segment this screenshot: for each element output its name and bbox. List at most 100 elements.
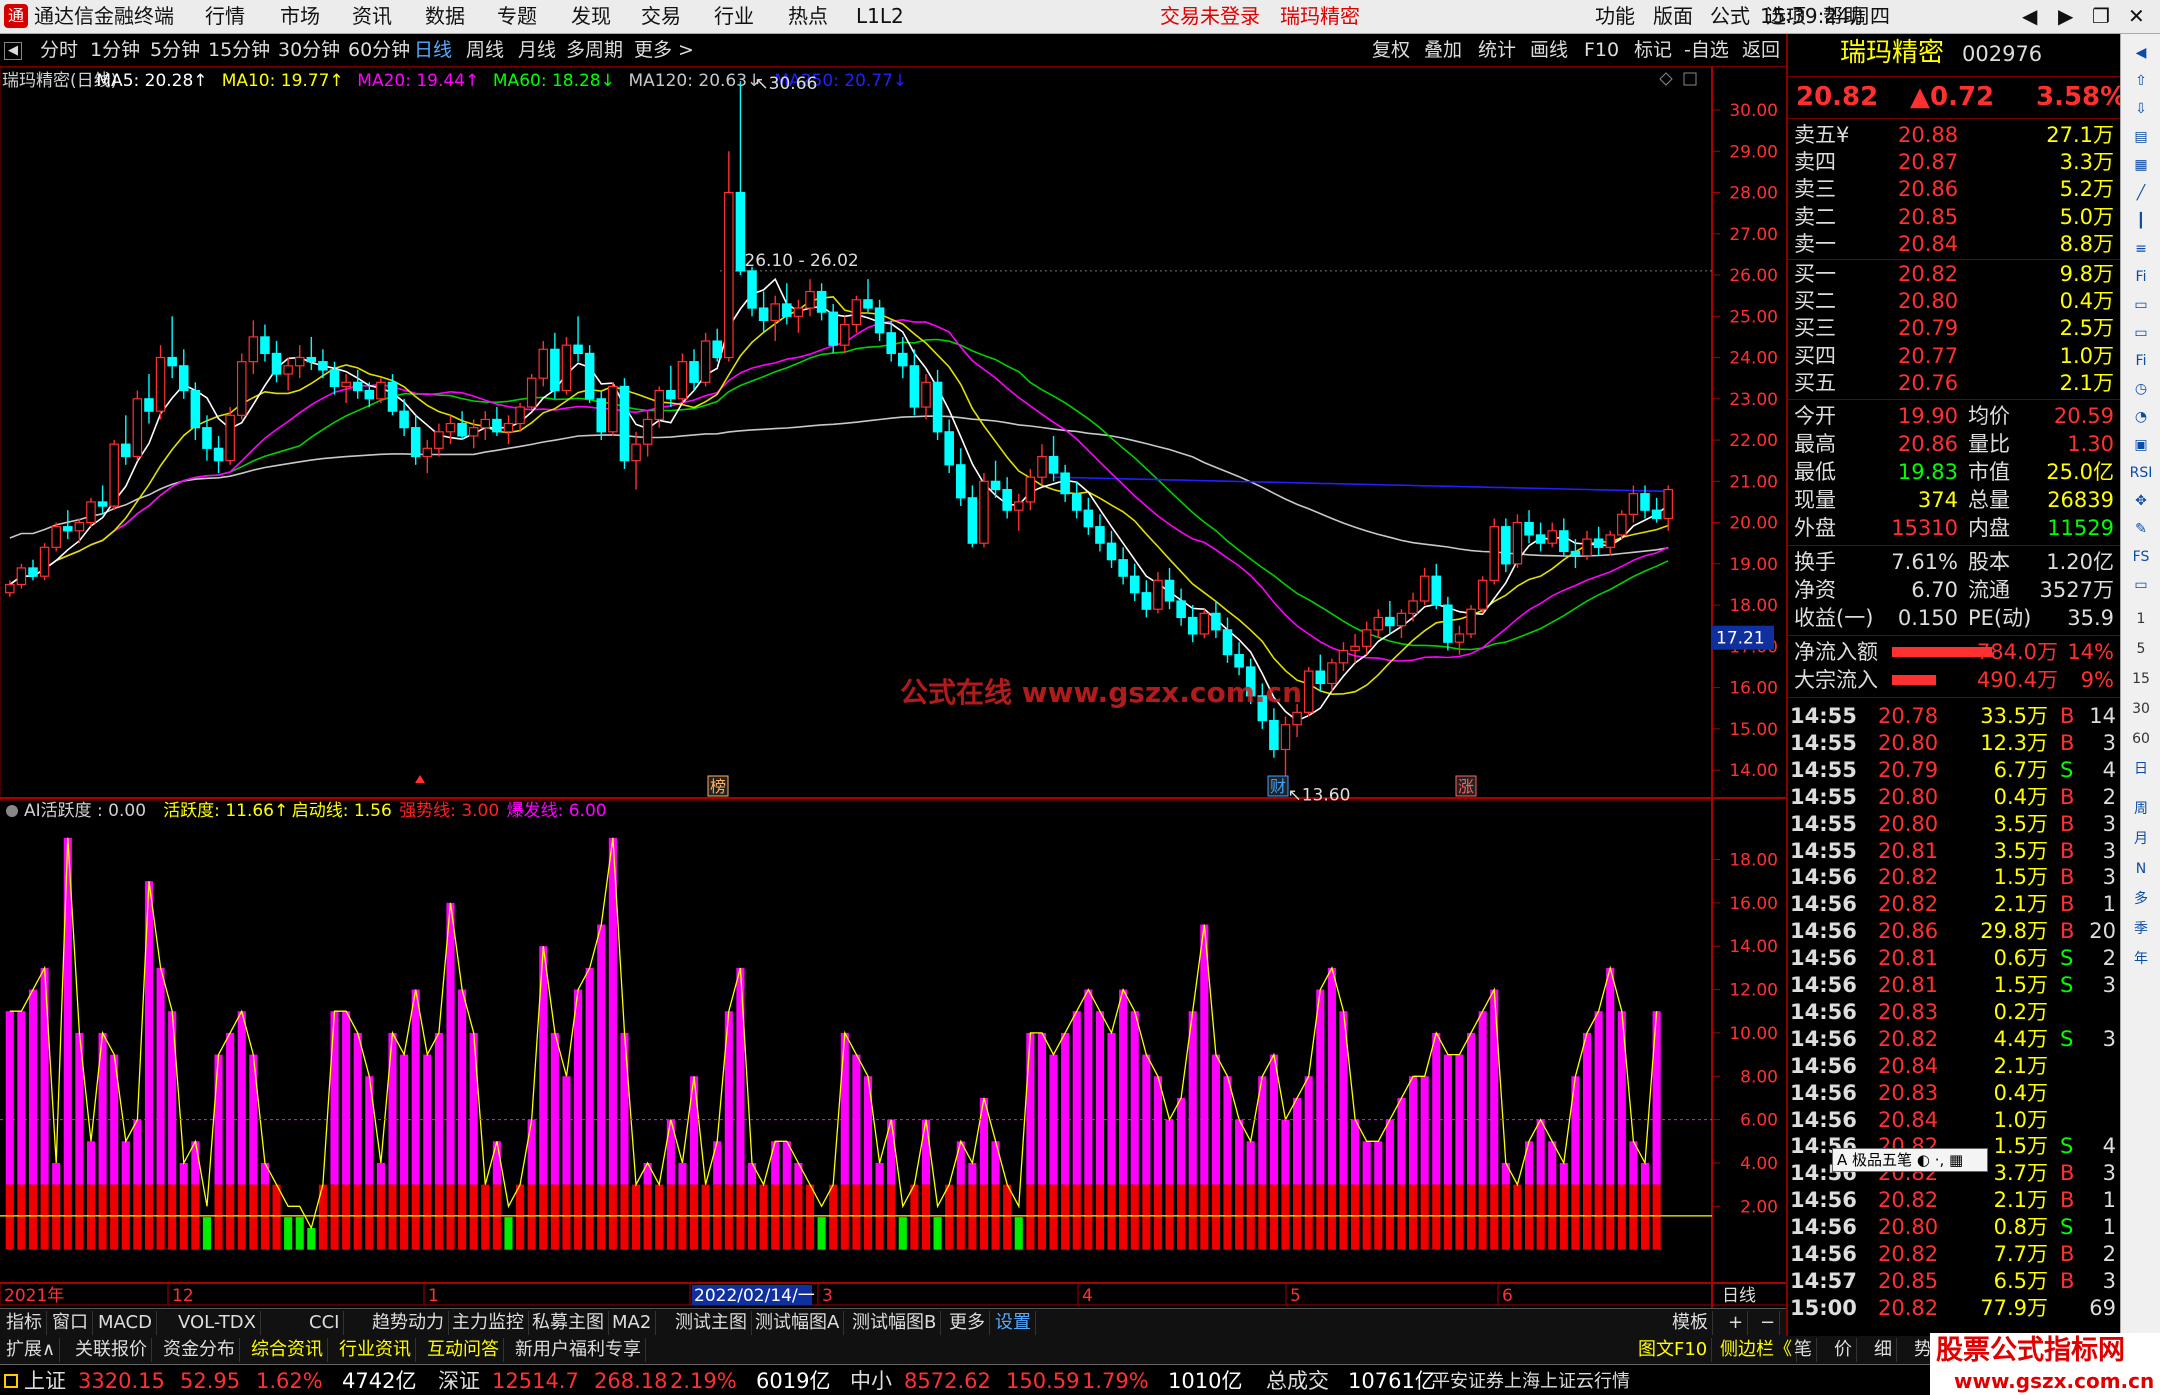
tick-row[interactable]: 14:56 20.82 2.1万 B 1 <box>1788 1187 2122 1214</box>
indicator-tab-3[interactable]: VOL-TDX <box>174 1311 261 1335</box>
main-chart-panel[interactable]: 瑞玛精密(日线) MA5: 20.28↑ MA10: 19.77↑ MA20: 19.… <box>0 66 1786 1309</box>
candle[interactable] <box>1315 670 1326 685</box>
tick-row[interactable]: 14:56 20.86 29.8万 B 20 <box>1788 918 2122 945</box>
tick-row[interactable]: 14:56 20.82 4.4万 S 3 <box>1788 1026 2122 1053</box>
bottom-tab-5[interactable]: 互动问答 <box>423 1338 504 1362</box>
candle[interactable] <box>1617 513 1627 536</box>
candle[interactable] <box>1640 493 1650 511</box>
period-tab-9[interactable]: 多周期 <box>566 41 623 60</box>
candle[interactable] <box>584 352 595 400</box>
tick-row[interactable]: 14:56 20.83 0.4万 <box>1788 1080 2122 1107</box>
tick-row[interactable]: 14:55 20.79 6.7万 S 4 <box>1788 757 2122 784</box>
candle[interactable] <box>120 443 131 458</box>
candle[interactable] <box>97 501 108 507</box>
candle[interactable] <box>631 443 641 462</box>
candle[interactable] <box>1071 493 1082 511</box>
tool-button-4[interactable]: F10 <box>1584 41 1619 60</box>
candle[interactable] <box>608 385 618 433</box>
candle[interactable] <box>1013 501 1024 511</box>
candle[interactable] <box>318 361 328 371</box>
candle[interactable] <box>144 398 154 412</box>
candle[interactable] <box>967 497 978 544</box>
candle[interactable] <box>248 336 259 363</box>
period-tab-10[interactable]: 更多 > <box>634 41 694 60</box>
menu-9[interactable]: L1L2 <box>856 6 904 26</box>
arrow-left-icon[interactable]: ◀ <box>2127 40 2155 66</box>
trade-login-status[interactable]: 交易未登录 <box>1160 6 1260 26</box>
menu-4[interactable]: 专题 <box>497 6 537 26</box>
tick-row[interactable]: 14:57 20.85 6.5万 B 3 <box>1788 1268 2122 1295</box>
bottom-tab-2[interactable]: 资金分布 <box>159 1338 240 1362</box>
candle[interactable] <box>422 447 433 458</box>
close-icon[interactable]: ✕ <box>2128 6 2145 26</box>
candle[interactable] <box>944 431 954 466</box>
candle[interactable] <box>480 418 491 429</box>
candle[interactable] <box>1466 608 1476 635</box>
tick-row[interactable]: 14:56 20.84 2.1万 <box>1788 1053 2122 1080</box>
candle[interactable] <box>225 414 235 462</box>
menu-2[interactable]: 资讯 <box>352 6 392 26</box>
period-side-9[interactable]: 多 <box>2127 886 2155 912</box>
candle[interactable] <box>886 332 896 355</box>
candle[interactable] <box>1454 633 1465 643</box>
period-tab-3[interactable]: 15分钟 <box>208 41 270 60</box>
candle[interactable] <box>1234 653 1244 668</box>
candle[interactable] <box>1663 488 1673 520</box>
candle[interactable] <box>1037 455 1047 478</box>
candle[interactable] <box>1095 526 1105 544</box>
arrow-down-icon[interactable]: ⇩ <box>2127 96 2155 122</box>
candle[interactable] <box>1002 488 1012 511</box>
period-tab-8[interactable]: 月线 <box>518 41 556 60</box>
tick-row[interactable]: 14:55 20.81 3.5万 B 3 <box>1788 838 2122 865</box>
grid-icon[interactable]: ▦ <box>2127 152 2155 178</box>
period-tab-5[interactable]: 60分钟 <box>348 41 410 60</box>
candle[interactable] <box>758 307 769 322</box>
candle[interactable] <box>793 307 804 317</box>
indicator-tab-1[interactable]: 窗口 <box>48 1311 93 1335</box>
candle[interactable] <box>167 356 177 367</box>
candle[interactable] <box>909 365 920 408</box>
tick-row[interactable]: 14:56 20.82 2.1万 B 1 <box>1788 891 2122 918</box>
candle[interactable] <box>863 299 873 309</box>
arrow-up-icon[interactable]: ⇧ <box>2127 68 2155 94</box>
candle[interactable] <box>1547 530 1558 544</box>
period-side-2[interactable]: 15 <box>2127 666 2155 692</box>
candle[interactable] <box>132 398 143 458</box>
menu-7[interactable]: 行业 <box>714 6 754 26</box>
ime-popup[interactable]: A 极品五笔 ◐ ·, ▦ <box>1832 1148 1988 1172</box>
candle[interactable] <box>364 389 375 400</box>
indicator-tab-2[interactable]: MACD <box>94 1311 157 1335</box>
candle[interactable] <box>5 583 15 594</box>
candle[interactable] <box>561 344 572 392</box>
candle[interactable] <box>1187 616 1198 635</box>
minimize-icon[interactable]: ❐ <box>2092 6 2110 26</box>
diamond-icon[interactable] <box>1659 72 1673 86</box>
tick-row[interactable]: 14:55 20.80 3.5万 B 3 <box>1788 811 2122 838</box>
indicator-tab-4[interactable]: CCI <box>305 1311 345 1335</box>
tick-row[interactable]: 14:56 20.82 1.5万 B 3 <box>1788 864 2122 891</box>
candle[interactable] <box>689 361 699 383</box>
candle[interactable] <box>654 389 665 421</box>
menu-3[interactable]: 数据 <box>425 6 465 26</box>
candle[interactable] <box>1373 616 1384 631</box>
candle[interactable] <box>63 526 73 532</box>
menu-6[interactable]: 交易 <box>641 6 681 26</box>
candle[interactable] <box>1164 579 1175 602</box>
candle[interactable] <box>1477 579 1488 610</box>
candle[interactable] <box>979 480 989 544</box>
candle[interactable] <box>1303 670 1314 713</box>
pen-icon[interactable]: ✎ <box>2127 516 2155 542</box>
candle[interactable] <box>492 418 502 433</box>
indicator-settings-icon[interactable] <box>6 805 18 817</box>
candle[interactable] <box>874 307 885 334</box>
candle[interactable] <box>51 526 61 548</box>
candle[interactable] <box>190 389 201 429</box>
period-side-1[interactable]: 5 <box>2127 636 2155 662</box>
candle[interactable] <box>1431 575 1442 606</box>
candle[interactable] <box>236 361 247 416</box>
side-tab-1[interactable]: 侧边栏《 <box>1716 1338 1797 1362</box>
period-side-3[interactable]: 30 <box>2127 696 2155 722</box>
candle[interactable] <box>1408 600 1418 614</box>
tool-button-0[interactable]: 复权 <box>1372 41 1410 60</box>
candle[interactable] <box>16 567 27 586</box>
